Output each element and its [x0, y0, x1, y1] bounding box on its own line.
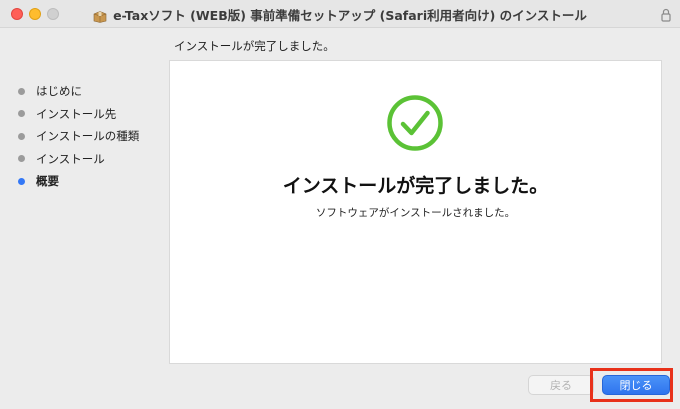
step-installation: インストール	[18, 148, 139, 171]
step-label: インストールの種類	[36, 129, 140, 144]
highlight-box	[590, 368, 673, 402]
back-button[interactable]: 戻る	[528, 375, 594, 395]
step-label: 概要	[36, 174, 59, 189]
step-bullet-icon	[18, 155, 25, 163]
section-heading: インストールが完了しました。	[174, 39, 335, 53]
step-bullet-icon	[18, 132, 25, 140]
step-bullet-icon	[18, 110, 25, 118]
step-bullet-icon	[18, 87, 25, 95]
installer-steps: はじめに インストール先 インストールの種類 インストール 概要	[18, 80, 139, 193]
step-bullet-active-icon	[18, 177, 25, 185]
step-label: インストール先	[36, 106, 117, 121]
completion-subtitle: ソフトウェアがインストールされました。	[315, 207, 516, 219]
window-title-wrap: e-Taxソフト (WEB版) 事前準備セットアップ (Safari利用者向け)…	[0, 0, 680, 28]
title-bar: e-Taxソフト (WEB版) 事前準備セットアップ (Safari利用者向け)…	[0, 0, 680, 28]
window-title: e-Taxソフト (WEB版) 事前準備セットアップ (Safari利用者向け)…	[113, 7, 587, 23]
step-introduction: はじめに	[18, 80, 139, 103]
check-circle-icon	[386, 94, 444, 152]
content-panel: インストールが完了しました。 ソフトウェアがインストールされました。	[169, 60, 662, 364]
lock-icon	[661, 7, 671, 22]
step-label: インストール	[36, 151, 105, 166]
step-installation-type: インストールの種類	[18, 125, 139, 148]
completion-title: インストールが完了しました。	[282, 175, 549, 197]
installer-window: e-Taxソフト (WEB版) 事前準備セットアップ (Safari利用者向け)…	[0, 0, 680, 409]
step-destination: インストール先	[18, 103, 139, 126]
step-summary: 概要	[18, 170, 139, 193]
step-label: はじめに	[36, 84, 82, 99]
package-icon	[93, 8, 107, 23]
